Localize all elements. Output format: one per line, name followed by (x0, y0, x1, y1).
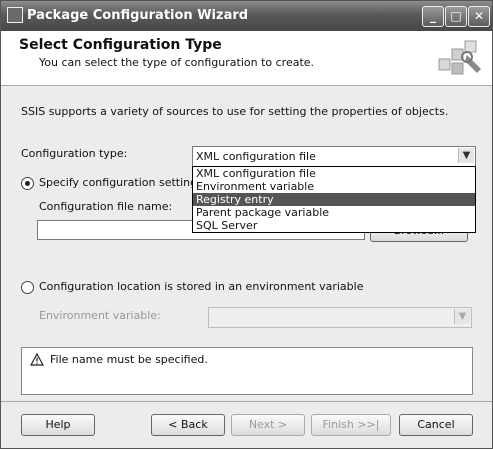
warning-icon (30, 353, 44, 366)
close-button[interactable]: ✕ (468, 6, 490, 27)
config-type-label: Configuration type: (21, 147, 128, 160)
window-title: Package Configuration Wizard (27, 8, 249, 23)
dropdown-option[interactable]: SQL Server (193, 219, 475, 232)
dropdown-option[interactable]: Environment variable (193, 180, 475, 193)
maximize-button[interactable]: □ (445, 6, 467, 27)
file-name-label: Configuration file name: (39, 200, 173, 213)
specify-settings-label: Specify configuration settings di (39, 176, 217, 189)
dropdown-option-highlighted[interactable]: Registry entry (193, 193, 475, 206)
cancel-button[interactable]: Cancel (399, 414, 473, 436)
message-box: File name must be specified. (21, 347, 473, 395)
page-subtitle: You can select the type of configuration… (39, 56, 315, 69)
wizard-header: Select Configuration Type You can select… (1, 31, 492, 86)
env-variable-select[interactable]: ▼ (208, 307, 472, 328)
message-text: File name must be specified. (50, 353, 208, 366)
minimize-button[interactable]: _ (422, 6, 444, 27)
env-variable-radio[interactable] (21, 281, 34, 294)
config-type-dropdown: XML configuration file Environment varia… (192, 166, 476, 233)
title-bar: Package Configuration Wizard _ □ ✕ (1, 1, 492, 31)
app-icon (7, 7, 23, 23)
env-variable-radio-label: Configuration location is stored in an e… (39, 280, 364, 293)
back-button[interactable]: < Back (151, 414, 225, 436)
wizard-window: Package Configuration Wizard _ □ ✕ Selec… (0, 0, 493, 449)
config-type-value: XML configuration file (196, 150, 316, 163)
config-type-select[interactable]: XML configuration file ▼ (192, 146, 476, 167)
page-title: Select Configuration Type (19, 37, 222, 53)
wizard-logo-icon (438, 40, 481, 75)
chevron-down-icon[interactable]: ▼ (458, 148, 474, 163)
specify-settings-radio[interactable] (21, 177, 34, 190)
intro-text: SSIS supports a variety of sources to us… (21, 105, 449, 118)
help-button[interactable]: Help (21, 414, 95, 436)
dropdown-option[interactable]: XML configuration file (193, 167, 475, 180)
dropdown-option[interactable]: Parent package variable (193, 206, 475, 219)
chevron-down-icon[interactable]: ▼ (454, 309, 470, 324)
next-button[interactable]: Next > (231, 414, 305, 436)
footer-divider (1, 401, 492, 402)
env-variable-label: Environment variable: (39, 309, 161, 322)
finish-button[interactable]: Finish >>| (311, 414, 391, 436)
